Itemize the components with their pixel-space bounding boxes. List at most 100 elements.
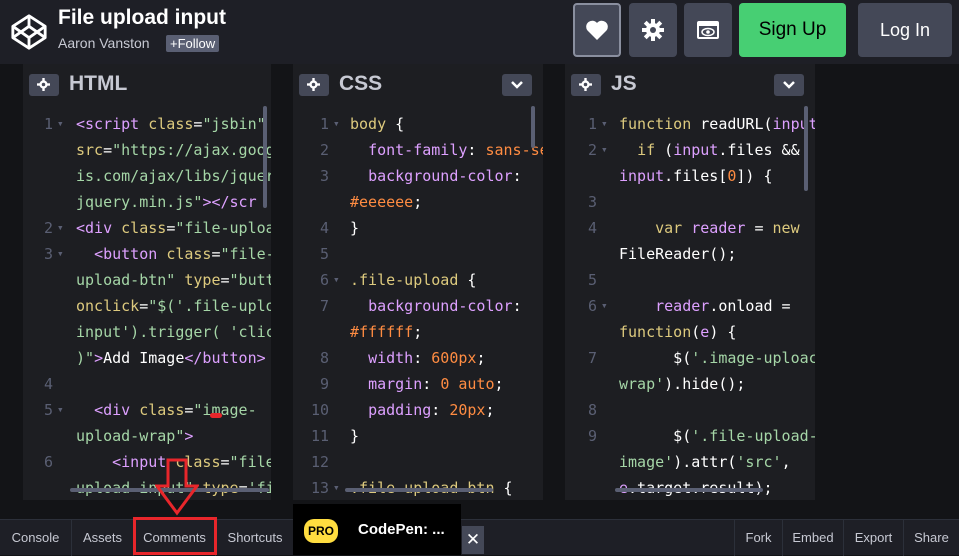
change-view-button[interactable] <box>684 3 732 57</box>
css-vertical-scrollbar[interactable] <box>531 106 535 148</box>
pro-promo-banner[interactable]: PRO CodePen: ... <box>293 504 461 555</box>
code-text[interactable]: <div class="image- <box>76 397 257 423</box>
code-line[interactable]: 4 var reader = new <box>565 215 815 241</box>
code-line[interactable]: 11} <box>293 423 543 449</box>
code-line[interactable]: wrap').hide(); <box>565 371 815 397</box>
fold-arrow-icon[interactable]: ▾ <box>333 475 340 500</box>
code-text[interactable]: $('.file-upload- <box>619 423 815 449</box>
code-line[interactable]: 7 $('.image-uploac <box>565 345 815 371</box>
html-settings-button[interactable] <box>29 74 59 96</box>
fork-button[interactable]: Fork <box>734 520 783 556</box>
code-line[interactable]: 2 font-family: sans-se <box>293 137 543 163</box>
code-text[interactable]: FileReader(); <box>619 241 736 267</box>
js-editor-panel[interactable]: JS 1 ▾ function readURL(input 2 ▾ if (input.… <box>565 64 815 500</box>
code-line[interactable]: src="https://ajax.goog <box>23 137 271 163</box>
js-vertical-scrollbar[interactable] <box>804 106 808 191</box>
code-text[interactable]: image').attr('src', <box>619 449 791 475</box>
code-line[interactable]: is.com/ajax/libs/jquer <box>23 163 271 189</box>
console-button[interactable]: Console <box>0 520 72 556</box>
code-line[interactable]: #ffffff; <box>293 319 543 345</box>
code-line[interactable]: 1 ▾ function readURL(input <box>565 111 815 137</box>
code-line[interactable]: 8 width: 600px; <box>293 345 543 371</box>
assets-button[interactable]: Assets <box>72 520 134 556</box>
css-horizontal-scrollbar[interactable] <box>345 488 493 492</box>
code-line[interactable]: 5 <box>293 241 543 267</box>
code-text[interactable]: jquery.min.js"></scr <box>76 189 257 215</box>
code-text[interactable]: upload-btn" type="butt <box>76 267 271 293</box>
code-line[interactable]: 3 <box>565 189 815 215</box>
code-line[interactable]: image').attr('src', <box>565 449 815 475</box>
code-text[interactable]: function(e) { <box>619 319 736 345</box>
code-text[interactable]: } <box>350 423 359 449</box>
signup-button[interactable]: Sign Up <box>739 3 846 57</box>
code-line[interactable]: jquery.min.js"></scr <box>23 189 271 215</box>
js-settings-button[interactable] <box>571 74 601 96</box>
fold-arrow-icon[interactable]: ▾ <box>57 215 64 241</box>
code-line[interactable]: 8 <box>565 397 815 423</box>
code-line[interactable]: 1 ▾ body { <box>293 111 543 137</box>
author-name[interactable]: Aaron Vanston <box>58 35 150 51</box>
code-text[interactable]: wrap').hide(); <box>619 371 745 397</box>
code-text[interactable]: #ffffff; <box>350 319 422 345</box>
code-line[interactable]: 10 padding: 20px; <box>293 397 543 423</box>
code-text[interactable]: onclick="$('.file-uplo <box>76 293 271 319</box>
code-line[interactable]: 9 margin: 0 auto; <box>293 371 543 397</box>
code-text[interactable]: <div class="file-uploa <box>76 215 271 241</box>
code-line[interactable]: 6 <input class="file <box>23 449 271 475</box>
code-text[interactable]: src="https://ajax.goog <box>76 137 271 163</box>
fold-arrow-icon[interactable]: ▾ <box>57 241 64 267</box>
code-text[interactable]: if (input.files && <box>619 137 800 163</box>
code-text[interactable]: padding: 20px; <box>350 397 494 423</box>
code-line[interactable]: input').trigger( 'clic <box>23 319 271 345</box>
code-line[interactable]: 5 ▾ <div class="image- <box>23 397 271 423</box>
code-text[interactable]: body { <box>350 111 404 137</box>
code-line[interactable]: upload-btn" type="butt <box>23 267 271 293</box>
code-text[interactable]: <script class="jsbin" <box>76 111 266 137</box>
settings-button[interactable] <box>629 3 677 57</box>
code-line[interactable]: )">Add Image</button> <box>23 345 271 371</box>
fold-arrow-icon[interactable]: ▾ <box>57 397 64 423</box>
codepen-logo-icon[interactable] <box>10 13 48 51</box>
css-options-button[interactable] <box>502 74 532 96</box>
html-code[interactable]: 1 ▾ <script class="jsbin" src="https://ajax… <box>23 111 271 500</box>
code-text[interactable]: is.com/ajax/libs/jquer <box>76 163 271 189</box>
share-button[interactable]: Share <box>904 520 959 556</box>
code-text[interactable]: var reader = new <box>619 215 800 241</box>
code-text[interactable]: )">Add Image</button> <box>76 345 266 371</box>
export-button[interactable]: Export <box>844 520 904 556</box>
code-line[interactable]: 9 $('.file-upload- <box>565 423 815 449</box>
code-line[interactable]: 3 ▾ <button class="file- <box>23 241 271 267</box>
css-settings-button[interactable] <box>299 74 329 96</box>
login-button[interactable]: Log In <box>858 3 952 57</box>
code-text[interactable]: background-color: <box>350 293 522 319</box>
code-line[interactable]: 5 <box>565 267 815 293</box>
fold-arrow-icon[interactable]: ▾ <box>601 137 608 163</box>
fold-arrow-icon[interactable]: ▾ <box>333 267 340 293</box>
code-line[interactable]: 4 <box>23 371 271 397</box>
css-editor-panel[interactable]: CSS 1 ▾ body {2 font-family: sans-se 3 back… <box>293 64 543 500</box>
js-code[interactable]: 1 ▾ function readURL(input 2 ▾ if (input.fil… <box>565 111 815 500</box>
heart-button[interactable] <box>573 3 621 57</box>
code-text[interactable]: margin: 0 auto; <box>350 371 503 397</box>
code-line[interactable]: FileReader(); <box>565 241 815 267</box>
html-editor-panel[interactable]: HTML 1 ▾ <script class="jsbin" src="https:/… <box>23 64 271 500</box>
code-line[interactable]: 2 ▾ if (input.files && <box>565 137 815 163</box>
html-vertical-scrollbar[interactable] <box>263 106 267 208</box>
code-text[interactable]: background-color: <box>350 163 522 189</box>
code-line[interactable]: function(e) { <box>565 319 815 345</box>
code-text[interactable]: reader.onload = <box>619 293 790 319</box>
code-line[interactable]: 7 background-color: <box>293 293 543 319</box>
code-line[interactable]: 3 background-color: <box>293 163 543 189</box>
code-text[interactable]: input.files[0]) { <box>619 163 773 189</box>
code-line[interactable]: 12 <box>293 449 543 475</box>
code-text[interactable]: $('.image-uploac <box>619 345 815 371</box>
code-text[interactable]: upload-wrap"> <box>76 423 193 449</box>
code-text[interactable]: #eeeeee; <box>350 189 422 215</box>
close-icon[interactable]: ✕ <box>462 526 484 554</box>
css-code[interactable]: 1 ▾ body {2 font-family: sans-se 3 backgrou… <box>293 111 543 500</box>
code-line[interactable]: #eeeeee; <box>293 189 543 215</box>
code-line[interactable]: 6 ▾ .file-upload { <box>293 267 543 293</box>
js-horizontal-scrollbar[interactable] <box>615 488 763 492</box>
code-text[interactable]: function readURL(input <box>619 111 815 137</box>
fold-arrow-icon[interactable]: ▾ <box>601 293 608 319</box>
